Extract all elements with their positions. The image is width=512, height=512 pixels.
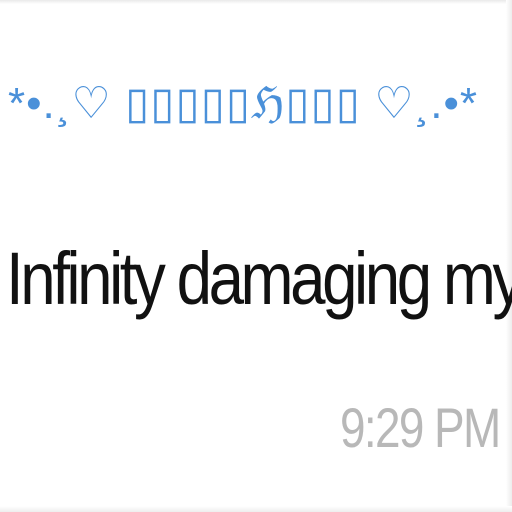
message-text: Infinity damaging my device (6, 237, 512, 320)
message-timestamp: 9:29 PM (340, 396, 501, 459)
sender-display-name[interactable]: *•.¸♡ ▯▯▯▯▯ℌ▯▯▯ ♡¸.•* (8, 72, 504, 136)
message-bubble: *•.¸♡ ▯▯▯▯▯ℌ▯▯▯ ♡¸.•* Infinity damaging … (0, 0, 512, 512)
bubble-edge-top (0, 0, 512, 4)
bubble-edge-bottom (0, 506, 512, 512)
